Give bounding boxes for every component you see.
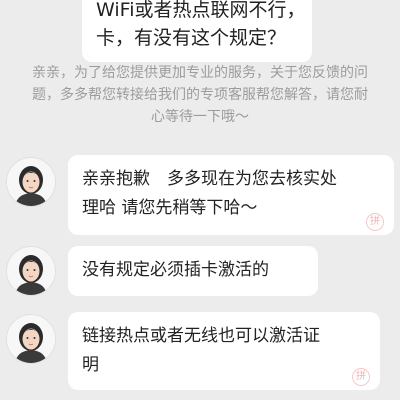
agent-avatar-icon [7, 247, 55, 295]
watermark-badge: 拼 [366, 213, 384, 231]
watermark-badge: 拼 [352, 368, 370, 386]
agent-avatar[interactable] [6, 246, 56, 296]
message-text-line: WiFi或者热点联网不行，必须插 [96, 0, 298, 21]
agent-message-bubble[interactable]: 亲亲抱歉 多多现在为您去核实处 理哈 请您先稍等下哈～ 拼 [68, 155, 394, 235]
message-text-line: 没有规定必须插卡激活的 [82, 260, 269, 280]
message-text-line: 理哈 请您先稍等下哈～ [82, 198, 258, 218]
agent-avatar-icon [7, 315, 55, 363]
notice-text-line: 亲亲，为了给您提供更加专业的服务，关于您反馈的问 [32, 65, 368, 81]
agent-avatar[interactable] [6, 157, 56, 207]
agent-message-bubble[interactable]: 没有规定必须插卡激活的 [68, 246, 318, 296]
message-text-line: 链接热点或者无线也可以激活证 [82, 326, 320, 346]
chat-screen: WiFi或者热点联网不行，必须插 卡，有没有这个规定？ 亲亲，为了给您提供更加专… [0, 0, 400, 400]
agent-message-bubble[interactable]: 链接热点或者无线也可以激活证 明 拼 [68, 312, 380, 390]
message-text-line: 卡，有没有这个规定？ [96, 27, 287, 49]
message-text-line: 明 [82, 355, 99, 375]
notice-text-line: 心等待一下哦～ [151, 109, 249, 125]
message-text-line: 亲亲抱歉 多多现在为您去核实处 [82, 169, 337, 189]
agent-avatar[interactable] [6, 314, 56, 364]
notice-text-line: 题，多多帮您转接给我们的专项客服帮您解答，请您耐 [32, 87, 368, 103]
system-notice: 亲亲，为了给您提供更加专业的服务，关于您反馈的问 题，多多帮您转接给我们的专项客… [0, 62, 400, 128]
user-message-bubble[interactable]: WiFi或者热点联网不行，必须插 卡，有没有这个规定？ [82, 0, 312, 62]
agent-avatar-icon [7, 158, 55, 206]
